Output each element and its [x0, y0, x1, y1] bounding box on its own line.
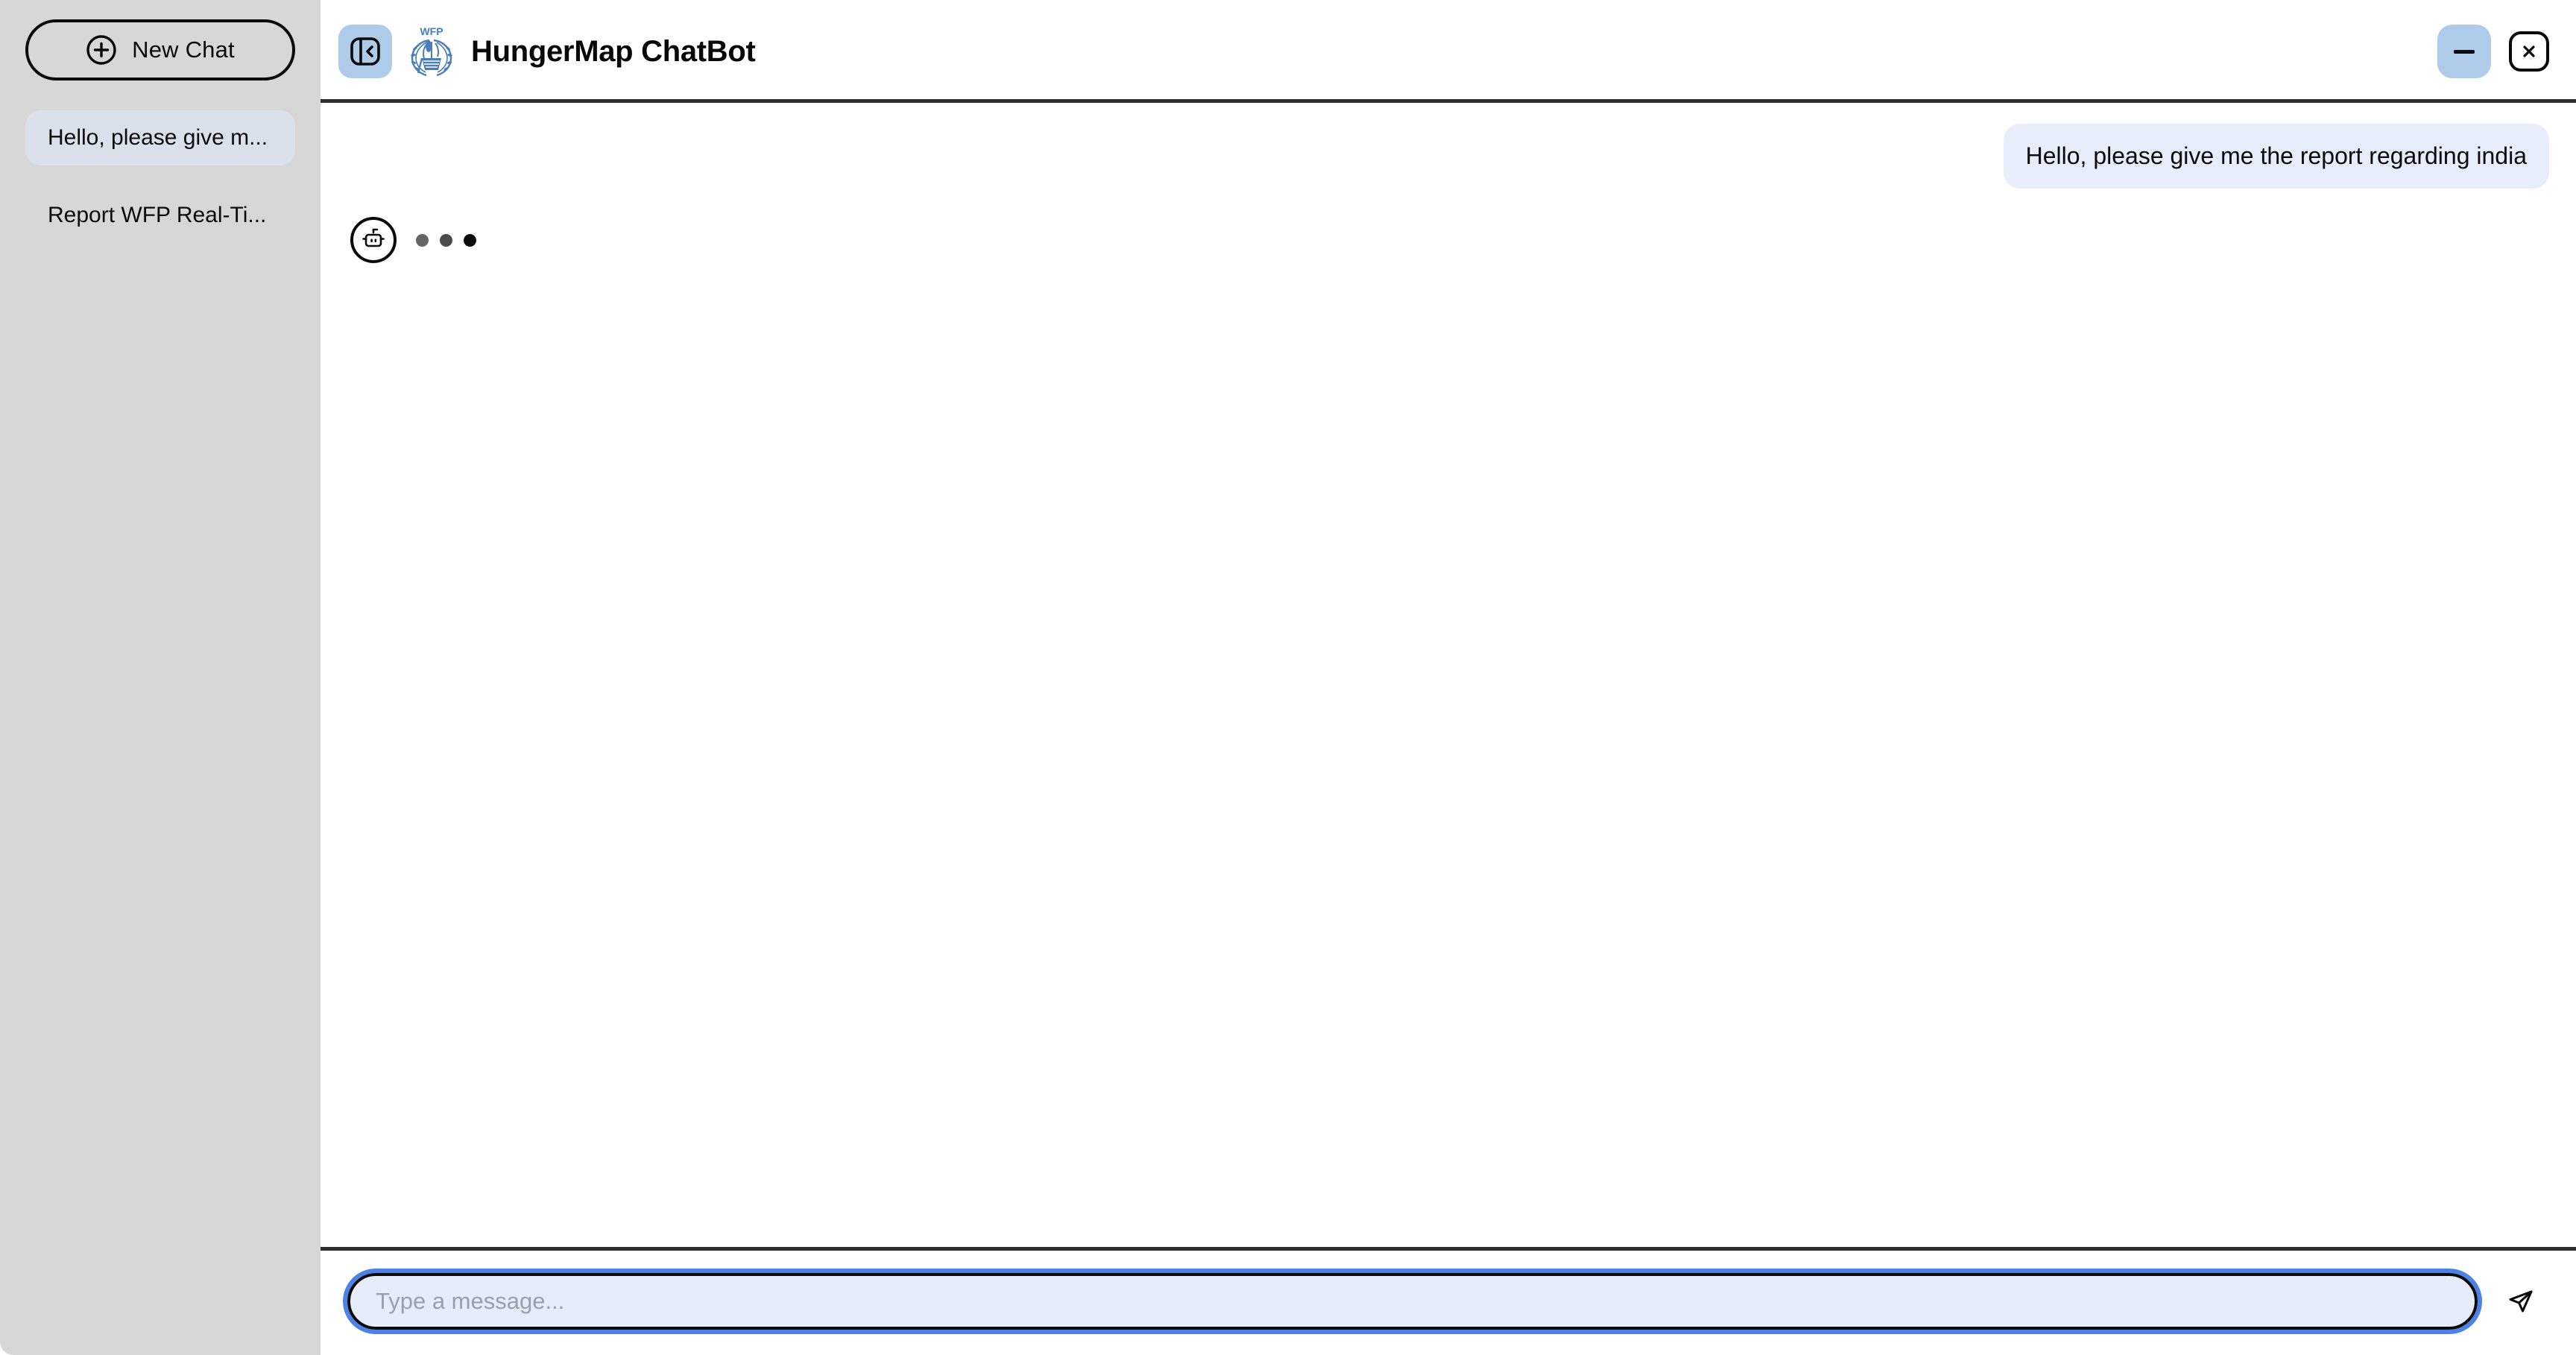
message-input-wrapper	[343, 1268, 2482, 1334]
panel-collapse-icon	[348, 34, 382, 69]
main-panel: WFP HungerMap ChatBot Hello, please give…	[321, 0, 2576, 1355]
minimize-icon	[2454, 49, 2475, 54]
conversation-list: Hello, please give m... Report WFP Real-…	[25, 110, 295, 265]
send-button[interactable]	[2494, 1275, 2548, 1328]
message-input[interactable]	[343, 1268, 2482, 1334]
plus-circle-icon	[86, 34, 117, 66]
minimize-button[interactable]	[2437, 25, 2491, 78]
wfp-logo-icon: WFP	[408, 24, 455, 79]
message-list: Hello, please give me the report regardi…	[321, 103, 2576, 1247]
user-message-bubble: Hello, please give me the report regardi…	[2003, 124, 2549, 189]
sidebar-toggle-button[interactable]	[338, 25, 392, 78]
typing-indicator	[416, 233, 476, 247]
composer-bar	[321, 1247, 2576, 1355]
message-row-assistant	[347, 217, 2549, 264]
new-chat-button[interactable]: New Chat	[25, 19, 295, 80]
typing-dot	[440, 233, 452, 247]
sidebar: New Chat Hello, please give m... Report …	[0, 0, 321, 1355]
page-title: HungerMap ChatBot	[471, 34, 756, 68]
window-controls	[2437, 25, 2549, 78]
close-button[interactable]	[2509, 31, 2549, 72]
typing-dot	[416, 233, 429, 247]
conversation-item-1[interactable]: Report WFP Real-Ti...	[25, 188, 295, 243]
message-row-user: Hello, please give me the report regardi…	[347, 124, 2549, 189]
app-header: WFP HungerMap ChatBot	[321, 0, 2576, 103]
typing-dot	[464, 233, 476, 247]
close-icon	[2519, 42, 2539, 61]
conversation-item-label: Report WFP Real-Ti...	[48, 203, 267, 227]
avatar	[350, 217, 397, 264]
robot-icon	[359, 226, 388, 254]
chatbot-window: New Chat Hello, please give m... Report …	[0, 0, 2576, 1355]
conversation-item-0[interactable]: Hello, please give m...	[25, 110, 295, 165]
conversation-item-label: Hello, please give m...	[48, 125, 268, 150]
new-chat-label: New Chat	[132, 37, 235, 63]
svg-text:WFP: WFP	[420, 25, 443, 37]
send-icon	[2504, 1285, 2537, 1318]
